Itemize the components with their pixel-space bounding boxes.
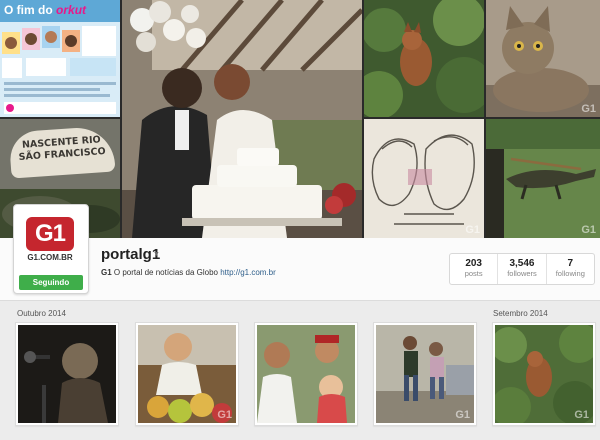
watermark: G1 xyxy=(581,224,596,236)
bio-link[interactable]: http://g1.com.br xyxy=(220,268,276,277)
profile-stats: 203 posts 3,546 followers 7 following xyxy=(449,253,595,285)
feed-post[interactable]: G1 xyxy=(492,322,596,426)
fox-scene-graphic xyxy=(364,0,484,117)
g1-logo-url: G1.COM.BR xyxy=(27,253,73,262)
photo-musician xyxy=(18,325,116,423)
chevron-down-icon[interactable]: ▼ xyxy=(153,251,160,258)
cover-mosaic: O fim do orkut G1 NASCENTE RIO SÃO FRANC… xyxy=(0,0,600,238)
musician-photo-graphic xyxy=(18,325,116,423)
stat-following[interactable]: 7 following xyxy=(547,254,594,284)
stat-value: 7 xyxy=(567,258,574,269)
stat-label: posts xyxy=(464,269,483,278)
month-label: Outubro 2014 xyxy=(17,309,66,318)
cover-photo-wedding[interactable] xyxy=(122,0,362,238)
stat-label: following xyxy=(555,269,585,278)
orkut-title: O fim do orkut xyxy=(4,3,87,17)
cover-photo-caiman[interactable]: G1 xyxy=(486,119,600,238)
sketch-drawing-graphic xyxy=(364,119,484,238)
profile-username[interactable]: portalg1 xyxy=(101,246,160,263)
watermark: G1 xyxy=(217,409,232,421)
bio-name: G1 xyxy=(101,268,112,277)
stat-posts[interactable]: 203 posts xyxy=(450,254,499,284)
cover-photo-fox[interactable] xyxy=(364,0,484,117)
wedding-scene-graphic xyxy=(122,0,362,238)
stat-followers[interactable]: 3,546 followers xyxy=(498,254,547,284)
caiman-scene-graphic xyxy=(486,119,600,238)
g1-logo: G1 xyxy=(26,217,74,251)
photo-fox-in-bush: G1 xyxy=(495,325,593,423)
photo-fruit-vendor: G1 xyxy=(138,325,236,423)
watermark: G1 xyxy=(581,103,596,115)
watermark: G1 xyxy=(455,409,470,421)
stone-sign-text: NASCENTE RIO SÃO FRANCISCO xyxy=(18,134,106,164)
child-family-photo-graphic xyxy=(257,325,355,423)
bio-text: O portal de notícias da Globo xyxy=(113,268,218,277)
following-button[interactable]: Seguindo xyxy=(19,275,83,290)
month-label: Setembro 2014 xyxy=(493,309,548,318)
cover-photo-cat[interactable]: G1 xyxy=(486,0,600,117)
watermark: G1 xyxy=(465,224,480,236)
stat-value: 3,546 xyxy=(509,258,535,269)
photo-child-with-family xyxy=(257,325,355,423)
feed-post[interactable]: G1 xyxy=(135,322,239,426)
watermark: G1 xyxy=(574,409,589,421)
cover-photo-sketch[interactable]: G1 xyxy=(364,119,484,238)
feed-post[interactable]: G1 xyxy=(373,322,477,426)
stone-sign: NASCENTE RIO SÃO FRANCISCO xyxy=(8,125,116,179)
avatar[interactable]: G1 G1.COM.BR xyxy=(18,209,82,271)
photo-street-walkers: G1 xyxy=(376,325,474,423)
feed-post[interactable] xyxy=(15,322,119,426)
stat-label: followers xyxy=(507,269,537,278)
cat-scene-graphic xyxy=(486,0,600,117)
profile-avatar-card: G1 G1.COM.BR Seguindo xyxy=(13,204,89,294)
cover-photo-orkut[interactable]: O fim do orkut G1 xyxy=(0,0,120,117)
profile-bio: G1 O portal de notícias da Globo http://… xyxy=(101,268,276,277)
stat-value: 203 xyxy=(465,258,482,269)
watermark: G1 xyxy=(101,103,116,115)
feed-post[interactable] xyxy=(254,322,358,426)
